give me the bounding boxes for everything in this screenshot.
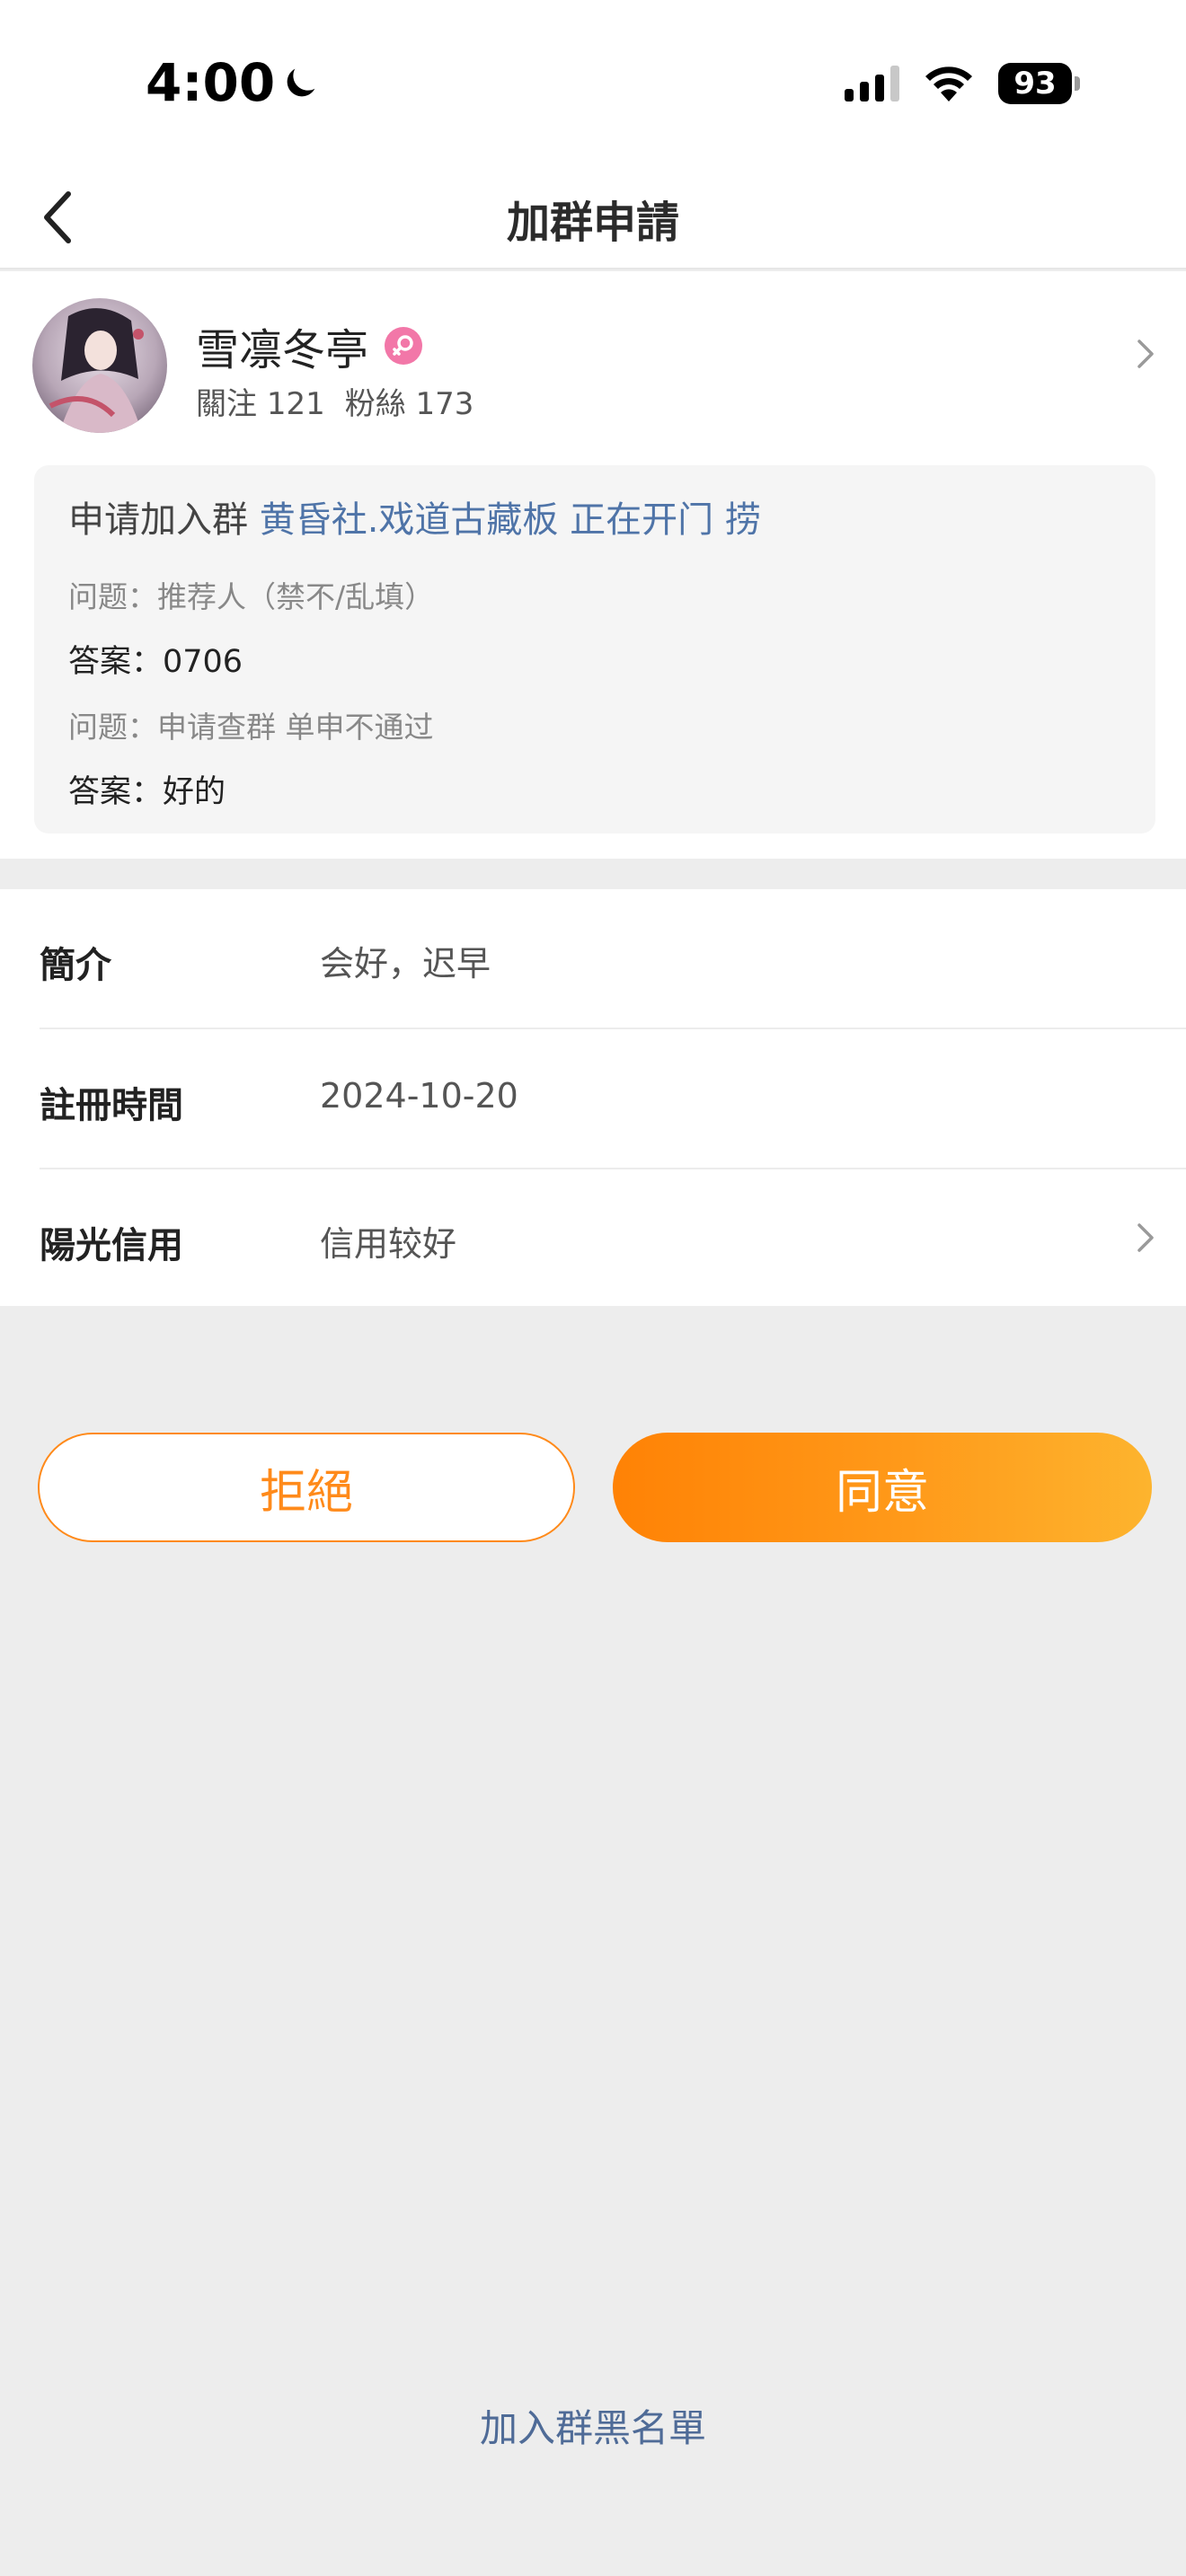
credit-value: 信用较好 <box>320 1224 457 1264</box>
chevron-right-icon[interactable] <box>1132 336 1159 372</box>
battery-icon: 93 <box>998 63 1080 104</box>
cellular-signal-icon <box>845 66 899 101</box>
add-to-blacklist-link[interactable]: 加入群黑名單 <box>0 2398 1186 2453</box>
answer-2: 答案：好的 <box>68 774 226 810</box>
apply-line: 申请加入群 黄昏社.戏道古藏板 正在开门 捞 <box>68 490 761 543</box>
register-value: 2024-10-20 <box>320 1076 518 1116</box>
female-icon <box>385 327 423 365</box>
following-stat[interactable]: 關注 121 <box>196 379 325 423</box>
chevron-right-icon <box>1137 1223 1154 1252</box>
group-name-link[interactable]: 黄昏社.戏道古藏板 正在开门 捞 <box>260 499 761 541</box>
intro-row: 簡介 会好，迟早 <box>0 889 1186 1028</box>
answer-1: 答案：0706 <box>68 644 243 680</box>
credit-row[interactable]: 陽光信用 信用较好 <box>0 1169 1186 1308</box>
wifi-icon <box>925 66 972 101</box>
profile-name: 雪凛冬亭 <box>196 325 369 375</box>
register-label: 註冊時間 <box>40 1085 183 1126</box>
reject-button[interactable]: 拒絕 <box>38 1433 575 1542</box>
info-list: 簡介 会好，迟早 註冊時間 2024-10-20 陽光信用 信用较好 <box>0 889 1186 1306</box>
nav-bar: 加群申請 <box>0 171 1186 269</box>
battery-level: 93 <box>998 63 1072 104</box>
page-title: 加群申請 <box>506 198 679 248</box>
status-bar: 4:00 93 <box>0 0 1186 171</box>
status-indicators: 93 <box>845 63 1080 104</box>
question-2: 问题：申请查群 单申不通过 <box>68 710 434 745</box>
avatar-image <box>32 298 167 433</box>
intro-value: 会好，迟早 <box>320 944 491 984</box>
followers-count: 173 <box>415 386 474 422</box>
avatar[interactable] <box>32 298 167 433</box>
register-row: 註冊時間 2024-10-20 <box>0 1029 1186 1168</box>
following-count: 121 <box>266 386 325 422</box>
intro-label: 簡介 <box>40 945 111 986</box>
time-text: 4:00 <box>146 52 276 113</box>
status-time: 4:00 <box>146 52 322 113</box>
following-label: 關注 <box>196 386 257 422</box>
profile-name-row: 雪凛冬亭 <box>196 314 423 377</box>
followers-label: 粉絲 <box>344 386 406 422</box>
profile-stats: 關注 121 粉絲 173 <box>196 379 474 423</box>
credit-label: 陽光信用 <box>40 1225 183 1266</box>
moon-icon <box>287 68 315 97</box>
apply-prefix: 申请加入群 <box>68 499 248 541</box>
followers-stat[interactable]: 粉絲 173 <box>345 379 474 423</box>
profile-card: 雪凛冬亭 關注 121 粉絲 173 申请加入群 黄昏社.戏道古藏板 正在开门 … <box>0 271 1186 859</box>
question-1: 问题：推荐人（禁不/乱填） <box>68 579 435 614</box>
application-box: 申请加入群 黄昏社.戏道古藏板 正在开门 捞 问题：推荐人（禁不/乱填） 答案：… <box>34 465 1155 834</box>
agree-button[interactable]: 同意 <box>613 1433 1152 1542</box>
